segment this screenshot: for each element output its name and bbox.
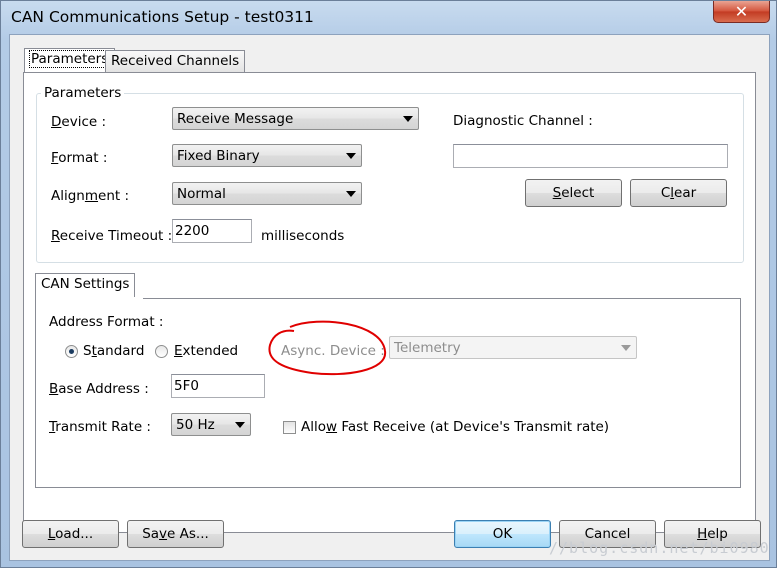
alignment-select[interactable]: Normal [172, 182, 362, 205]
allow-fast-receive-checkbox[interactable] [283, 421, 296, 434]
radio-extended[interactable] [155, 345, 168, 358]
alignment-label: Alignment : [51, 188, 130, 204]
tab-panel: Parameters Device : Receive Message Form… [23, 72, 756, 533]
transmit-rate-value: 50 Hz [176, 417, 215, 433]
receive-timeout-input[interactable]: 2200 [172, 219, 252, 243]
can-settings-tab-label: CAN Settings [41, 276, 130, 292]
diagnostic-channel-input[interactable] [453, 144, 728, 168]
device-select[interactable]: Receive Message [172, 107, 419, 130]
radio-standard-label: Standard [83, 343, 145, 359]
clear-button[interactable]: Clear [630, 179, 727, 207]
timeout-unit-label: milliseconds [261, 228, 345, 244]
transmit-rate-label: Transmit Rate : [49, 419, 151, 435]
chevron-down-icon [403, 116, 413, 122]
tab-received-channels-label: Received Channels [111, 53, 240, 69]
format-select[interactable]: Fixed Binary [172, 144, 362, 167]
watermark-text: //blog.csdn.net/bi0980 [549, 539, 770, 557]
async-device-select: Telemetry [389, 336, 637, 359]
select-button[interactable]: Select [525, 179, 622, 207]
window-title: CAN Communications Setup - test0311 [11, 8, 314, 26]
dialog-window: CAN Communications Setup - test0311 ✕ Pa… [0, 0, 777, 568]
tab-parameters-label: Parameters [28, 50, 111, 68]
tab-received-channels[interactable]: Received Channels [105, 50, 246, 72]
radio-standard[interactable] [65, 345, 78, 358]
receive-timeout-label: Receive Timeout : [51, 228, 173, 244]
radio-extended-label: Extended [174, 343, 239, 359]
ok-button[interactable]: OK [454, 520, 551, 548]
annotation-circle [268, 320, 387, 376]
tab-join [36, 297, 143, 299]
parameters-group-label: Parameters [41, 85, 125, 101]
chevron-down-icon [346, 153, 356, 159]
load-button[interactable]: Load... [22, 520, 119, 548]
diagnostic-channel-label: Diagnostic Channel : [453, 113, 593, 129]
chevron-down-icon [346, 191, 356, 197]
address-format-label: Address Format : [49, 314, 164, 330]
tab-parameters[interactable]: Parameters [24, 48, 116, 72]
device-label: Device : [51, 114, 107, 130]
base-address-input[interactable]: 5F0 [171, 374, 265, 398]
device-select-value: Receive Message [177, 111, 294, 127]
allow-fast-receive-label: Allow Fast Receive (at Device's Transmit… [301, 419, 610, 435]
base-address-label: Base Address : [49, 381, 149, 397]
dialog-client: Parameters Received Channels Parameters … [9, 34, 770, 561]
format-label: Format : [51, 150, 108, 166]
async-device-value: Telemetry [394, 340, 461, 356]
save-as-button[interactable]: Save As... [127, 520, 224, 548]
close-button[interactable]: ✕ [713, 1, 770, 23]
format-select-value: Fixed Binary [177, 148, 260, 164]
chevron-down-icon [235, 422, 245, 428]
alignment-select-value: Normal [177, 186, 226, 202]
radio-selected-dot [69, 349, 74, 354]
close-icon: ✕ [734, 2, 749, 21]
can-settings-tab: CAN Settings [35, 273, 136, 299]
transmit-rate-select[interactable]: 50 Hz [171, 413, 251, 436]
chevron-down-icon [621, 345, 631, 351]
